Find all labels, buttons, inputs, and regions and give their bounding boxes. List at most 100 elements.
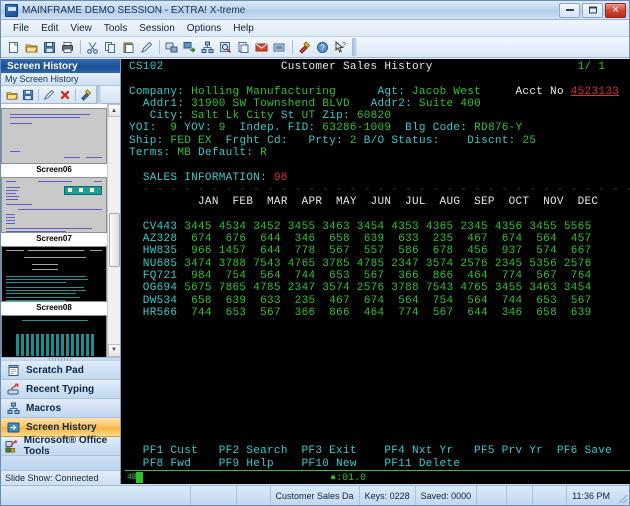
table-cell[interactable]: 3454	[557, 282, 592, 294]
table-cell[interactable]: 644	[246, 245, 281, 257]
table-cell[interactable]: 674	[488, 233, 523, 245]
table-cell[interactable]: 866	[315, 307, 350, 319]
table-row[interactable]: NU685 3474 3788 7543 4765 3785 4785 2347…	[129, 258, 592, 270]
table-cell[interactable]: 639	[212, 295, 247, 307]
table-cell[interactable]: 937	[488, 245, 523, 257]
capture-icon[interactable]	[271, 39, 288, 56]
table-cell[interactable]: 564	[384, 295, 419, 307]
table-cell[interactable]: 4765	[453, 282, 488, 294]
table-cell[interactable]: 658	[522, 307, 557, 319]
table-cell[interactable]: 564	[453, 295, 488, 307]
table-cell[interactable]: 586	[384, 245, 419, 257]
table-cell[interactable]: 633	[384, 233, 419, 245]
open-folder-icon[interactable]	[23, 39, 40, 56]
help-arrow-icon[interactable]: ?	[332, 39, 349, 56]
save-icon[interactable]	[41, 39, 58, 56]
table-cell[interactable]: 3788	[212, 258, 247, 270]
terminal-screen[interactable]: CS102 Customer Sales History 1/ 1 Compan…	[125, 61, 630, 441]
table-cell[interactable]: 235	[419, 233, 454, 245]
table-cell[interactable]: 4353	[384, 221, 419, 233]
table-row[interactable]: HW835 966 1457 644 778 567 557 586 678 4…	[129, 245, 592, 257]
edit-pencil-icon[interactable]	[138, 39, 155, 56]
table-cell[interactable]: 674	[350, 295, 385, 307]
table-cell[interactable]: 658	[177, 295, 212, 307]
sidebar-item-macros[interactable]: Macros	[1, 399, 120, 418]
terminal-emulator[interactable]: CS102 Customer Sales History 1/ 1 Compan…	[121, 59, 630, 484]
yov-value[interactable]: 9	[219, 122, 226, 134]
table-cell[interactable]: 5356	[522, 258, 557, 270]
table-cell[interactable]: 346	[281, 233, 316, 245]
table-cell[interactable]: 464	[453, 270, 488, 282]
settings-icon[interactable]	[296, 39, 313, 56]
table-cell[interactable]: 557	[350, 245, 385, 257]
list-item[interactable]: Screen07	[1, 177, 107, 243]
table-cell[interactable]: 644	[453, 307, 488, 319]
table-cell[interactable]: 1457	[212, 245, 247, 257]
table-cell[interactable]: 4765	[281, 258, 316, 270]
open-folder-icon[interactable]	[4, 87, 19, 102]
table-cell[interactable]: 639	[350, 233, 385, 245]
table-cell[interactable]: 7543	[419, 282, 454, 294]
table-cell[interactable]: 366	[281, 307, 316, 319]
terms-value[interactable]: MB	[177, 147, 191, 159]
table-cell[interactable]: 774	[488, 270, 523, 282]
discnt-value[interactable]: 25	[522, 135, 536, 147]
agt-value[interactable]: Jacob West	[412, 86, 481, 98]
close-button[interactable]: ✕	[605, 3, 626, 18]
prty-value[interactable]: 2	[350, 135, 357, 147]
table-cell[interactable]: 4365	[419, 221, 454, 233]
table-cell[interactable]: 3455	[522, 221, 557, 233]
table-cell[interactable]: 574	[522, 245, 557, 257]
table-cell[interactable]: 567	[350, 270, 385, 282]
menu-tools[interactable]: Tools	[98, 22, 133, 35]
table-cell[interactable]: 2576	[557, 258, 592, 270]
table-cell[interactable]: 564	[246, 270, 281, 282]
table-cell[interactable]: 754	[419, 295, 454, 307]
table-cell[interactable]: 5565	[557, 221, 592, 233]
table-cell[interactable]: 3463	[522, 282, 557, 294]
cut-icon[interactable]	[84, 39, 101, 56]
sidebar-item-recent-typing[interactable]: Recent Typing	[1, 380, 120, 399]
table-cell[interactable]: 564	[522, 233, 557, 245]
table-cell[interactable]: 754	[212, 270, 247, 282]
table-cell[interactable]: 653	[522, 295, 557, 307]
menu-file[interactable]: File	[7, 22, 35, 35]
table-row[interactable]: HR566 744 653 567 366 866 464 774 567 64…	[129, 307, 592, 319]
table-cell[interactable]: 7865	[212, 282, 247, 294]
table-cell[interactable]: 639	[557, 307, 592, 319]
table-cell[interactable]: 2347	[281, 282, 316, 294]
paste-icon[interactable]	[120, 39, 137, 56]
scroll-down-button[interactable]: ▼	[108, 344, 121, 357]
table-cell[interactable]: 778	[281, 245, 316, 257]
yoi-value[interactable]: 9	[170, 122, 177, 134]
table-cell[interactable]: 3574	[315, 282, 350, 294]
table-row[interactable]: DW534 658 639 633 235 467 674 564 754 56…	[129, 295, 592, 307]
table-cell[interactable]: 3454	[350, 221, 385, 233]
table-cell[interactable]: 744	[281, 270, 316, 282]
resize-grip[interactable]	[615, 486, 629, 505]
minimize-button[interactable]	[559, 3, 580, 18]
list-item[interactable]: Screen06	[1, 108, 107, 174]
scrollbar-thumb[interactable]	[109, 213, 120, 267]
task-pane-toolbar-grip[interactable]	[96, 86, 101, 104]
delete-icon[interactable]	[57, 87, 72, 102]
table-cell[interactable]: 3788	[384, 282, 419, 294]
table-cell[interactable]: 678	[419, 245, 454, 257]
table-cell[interactable]: 5675	[177, 282, 212, 294]
acct-value[interactable]: 4523133	[571, 86, 619, 98]
table-cell[interactable]: 464	[350, 307, 385, 319]
toolbar-grip[interactable]	[352, 38, 357, 56]
table-cell[interactable]: 764	[557, 270, 592, 282]
table-cell[interactable]: 3445	[177, 221, 212, 233]
table-cell[interactable]: 235	[281, 295, 316, 307]
default-value[interactable]: R	[260, 147, 267, 159]
rename-icon[interactable]	[41, 87, 56, 102]
company-value[interactable]: Holling Manufacturing	[191, 86, 336, 98]
table-cell[interactable]: 984	[177, 270, 212, 282]
connect-icon[interactable]	[163, 39, 180, 56]
find-icon[interactable]	[217, 39, 234, 56]
table-cell[interactable]: 658	[315, 233, 350, 245]
table-cell[interactable]: 744	[177, 307, 212, 319]
table-cell[interactable]: 866	[419, 270, 454, 282]
table-row[interactable]: CV443 3445 4534 3452 3455 3463 3454 4353…	[129, 221, 592, 233]
